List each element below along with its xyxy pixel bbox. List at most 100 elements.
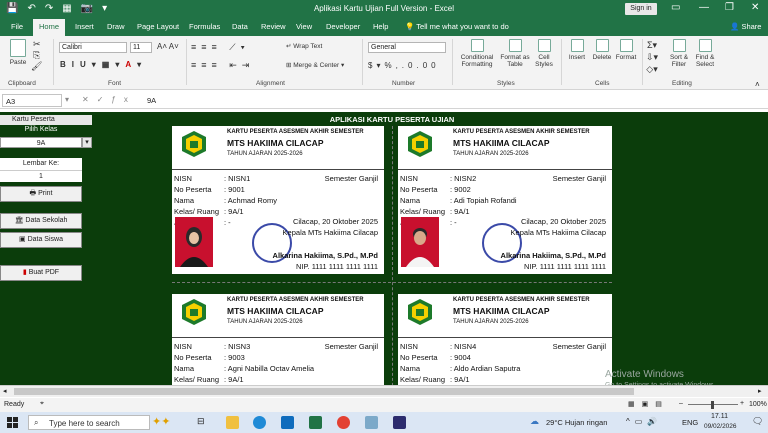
card-header: KARTU PESERTA ASESMEN AKHIR SEMESTER MTS… <box>172 126 384 170</box>
windows-start-icon[interactable] <box>7 417 18 428</box>
worksheet[interactable]: Kartu Peserta Pilih Kelas 9A ▾ Lembar Ke… <box>0 112 768 397</box>
wrap-text-button[interactable]: ↵ Wrap Text <box>286 42 322 50</box>
format-cells-button[interactable]: Format <box>614 39 638 61</box>
chrome-icon[interactable] <box>337 416 350 429</box>
activation-watermark-title: Activate Windows <box>605 369 684 380</box>
tab-help[interactable]: Help <box>373 22 388 31</box>
tab-view[interactable]: View <box>296 22 312 31</box>
zoom-out-icon[interactable]: – <box>679 400 683 407</box>
card-header-title: KARTU PESERTA ASESMEN AKHIR SEMESTER <box>227 297 364 303</box>
formula-input[interactable]: 9A <box>147 96 156 105</box>
view-mode-icons[interactable]: ▦▣▤ <box>628 400 669 408</box>
card-school-name: MTS HAKIIMA CILACAP <box>227 138 324 148</box>
app-icon[interactable] <box>393 416 406 429</box>
insert-cells-button[interactable]: Insert <box>565 39 589 61</box>
number-format-select[interactable]: General <box>368 42 446 53</box>
font-size-buttons[interactable]: A˄ A˅ <box>157 42 179 51</box>
merge-center-button[interactable]: ⊞ Merge & Center ▾ <box>286 61 344 69</box>
buat-pdf-button[interactable]: ▮ Buat PDF <box>0 265 82 281</box>
tell-me-box[interactable]: 💡 Tell me what you want to do <box>405 22 509 31</box>
sparkle-icon[interactable]: ✦✦ <box>152 415 170 428</box>
close-icon[interactable]: ✕ <box>751 2 759 13</box>
accessibility-icon[interactable]: ⌖ <box>40 400 44 408</box>
data-sekolah-button[interactable]: 🏛 Data Sekolah <box>0 213 82 229</box>
font-name-select[interactable]: Calibri <box>59 42 127 53</box>
tab-developer[interactable]: Developer <box>326 22 360 31</box>
minimize-icon[interactable]: — <box>699 2 709 13</box>
paste-button[interactable]: Paste <box>6 39 30 66</box>
collapse-ribbon-icon[interactable]: ˄ <box>755 80 760 89</box>
tab-insert[interactable]: Insert <box>75 22 94 31</box>
tab-page-layout[interactable]: Page Layout <box>137 22 179 31</box>
lightbulb-icon: 💡 <box>405 22 417 31</box>
nisn-value: NISN2 <box>454 174 477 183</box>
edge-icon[interactable] <box>253 416 266 429</box>
kelas-dropdown-icon[interactable]: ▾ <box>82 137 92 148</box>
number-format-buttons[interactable]: $▾%,.0.00 <box>368 61 440 70</box>
print-button[interactable]: 🖶 Print <box>0 186 82 202</box>
sort-filter-label: Sort & Filter <box>669 54 689 68</box>
share-button[interactable]: 👤 Share <box>730 22 761 31</box>
notification-icon[interactable]: 🗨 <box>752 416 763 427</box>
sort-filter-button[interactable]: Sort & Filter <box>666 39 692 68</box>
no-peserta-value: 9002 <box>454 185 471 194</box>
app-icon[interactable] <box>365 416 378 429</box>
madrasah-logo-icon <box>408 299 432 325</box>
nama-value: Aldo Ardian Saputra <box>453 364 521 373</box>
clipboard-tools[interactable]: ✂ ⎘ 🖌 <box>31 39 42 72</box>
horizontal-scrollbar[interactable]: ◂ ▸ <box>0 385 768 397</box>
lembar-input[interactable]: 1 <box>0 170 82 182</box>
tab-home[interactable]: Home <box>33 19 66 36</box>
vertical-align-buttons[interactable]: ≡≡≡ ⟋▾ <box>191 42 250 53</box>
clock-time[interactable]: 17.11 <box>711 413 728 420</box>
scroll-right-icon[interactable]: ▸ <box>758 387 762 395</box>
font-style-buttons[interactable]: BIU▾▦▾A▾ <box>60 60 147 69</box>
tab-draw[interactable]: Draw <box>107 22 125 31</box>
tab-formulas[interactable]: Formulas <box>189 22 220 31</box>
tab-review[interactable]: Review <box>261 22 286 31</box>
zoom-in-icon[interactable]: + <box>740 400 744 407</box>
name-box[interactable]: A3 <box>2 94 62 107</box>
task-view-icon[interactable]: ⊟ <box>197 416 205 427</box>
name-box-dropdown-icon[interactable]: ▾ <box>65 95 69 104</box>
maximize-icon[interactable]: ❐ <box>725 2 734 13</box>
clock-date[interactable]: 09/02/2026 <box>704 423 737 430</box>
search-icon <box>698 39 712 52</box>
cut-line-horizontal <box>172 282 612 283</box>
tab-data[interactable]: Data <box>232 22 248 31</box>
language-indicator[interactable]: ENG <box>682 418 698 427</box>
excel-taskbar-icon[interactable] <box>309 416 322 429</box>
format-as-table-button[interactable]: Format as Table <box>499 39 531 68</box>
nama-label: Nama <box>400 364 421 373</box>
signature-date: Cilacap, 20 Oktober 2025 <box>292 217 378 226</box>
weather-text[interactable]: 29°C Hujan ringan <box>546 418 607 427</box>
insert-label: Insert <box>568 54 586 61</box>
kelas-select[interactable]: 9A <box>0 137 82 148</box>
find-select-button[interactable]: Find & Select <box>692 39 718 68</box>
ribbon-display-icon[interactable]: ▭ <box>671 2 680 13</box>
table-icon <box>508 39 522 52</box>
editing-tools[interactable]: Σ▾ ⇩▾ ◇▾ <box>646 39 658 75</box>
delete-cells-button[interactable]: Delete <box>590 39 614 61</box>
taskbar-search[interactable]: ⌕ Type here to search <box>28 415 150 430</box>
conditional-formatting-button[interactable]: Conditional Formatting <box>456 39 498 68</box>
formula-icons[interactable]: ✕✓ƒx <box>82 95 136 104</box>
share-label: Share <box>741 22 762 31</box>
cell-styles-button[interactable]: Cell Styles <box>531 39 557 68</box>
data-siswa-button[interactable]: ▣ Data Siswa <box>0 232 82 248</box>
sign-in-button[interactable]: Sign in <box>625 3 657 15</box>
tab-file[interactable]: File <box>11 22 23 31</box>
group-label-alignment: Alignment <box>256 80 285 87</box>
file-explorer-icon[interactable] <box>226 416 239 429</box>
horizontal-align-buttons[interactable]: ≡≡≡ ⇤⇥ <box>191 60 254 71</box>
find-select-label: Find & Select <box>695 54 715 68</box>
font-size-select[interactable]: 11 <box>130 42 152 53</box>
scroll-left-icon[interactable]: ◂ <box>3 387 7 395</box>
scroll-thumb[interactable] <box>14 388 634 395</box>
store-icon[interactable] <box>281 416 294 429</box>
system-tray-icons[interactable]: ^▭🔊 <box>626 417 662 426</box>
divider <box>452 39 453 85</box>
zoom-slider-thumb[interactable] <box>711 401 714 409</box>
kelas-value: 9A/1 <box>454 375 470 384</box>
zoom-level[interactable]: 100% <box>749 401 767 408</box>
